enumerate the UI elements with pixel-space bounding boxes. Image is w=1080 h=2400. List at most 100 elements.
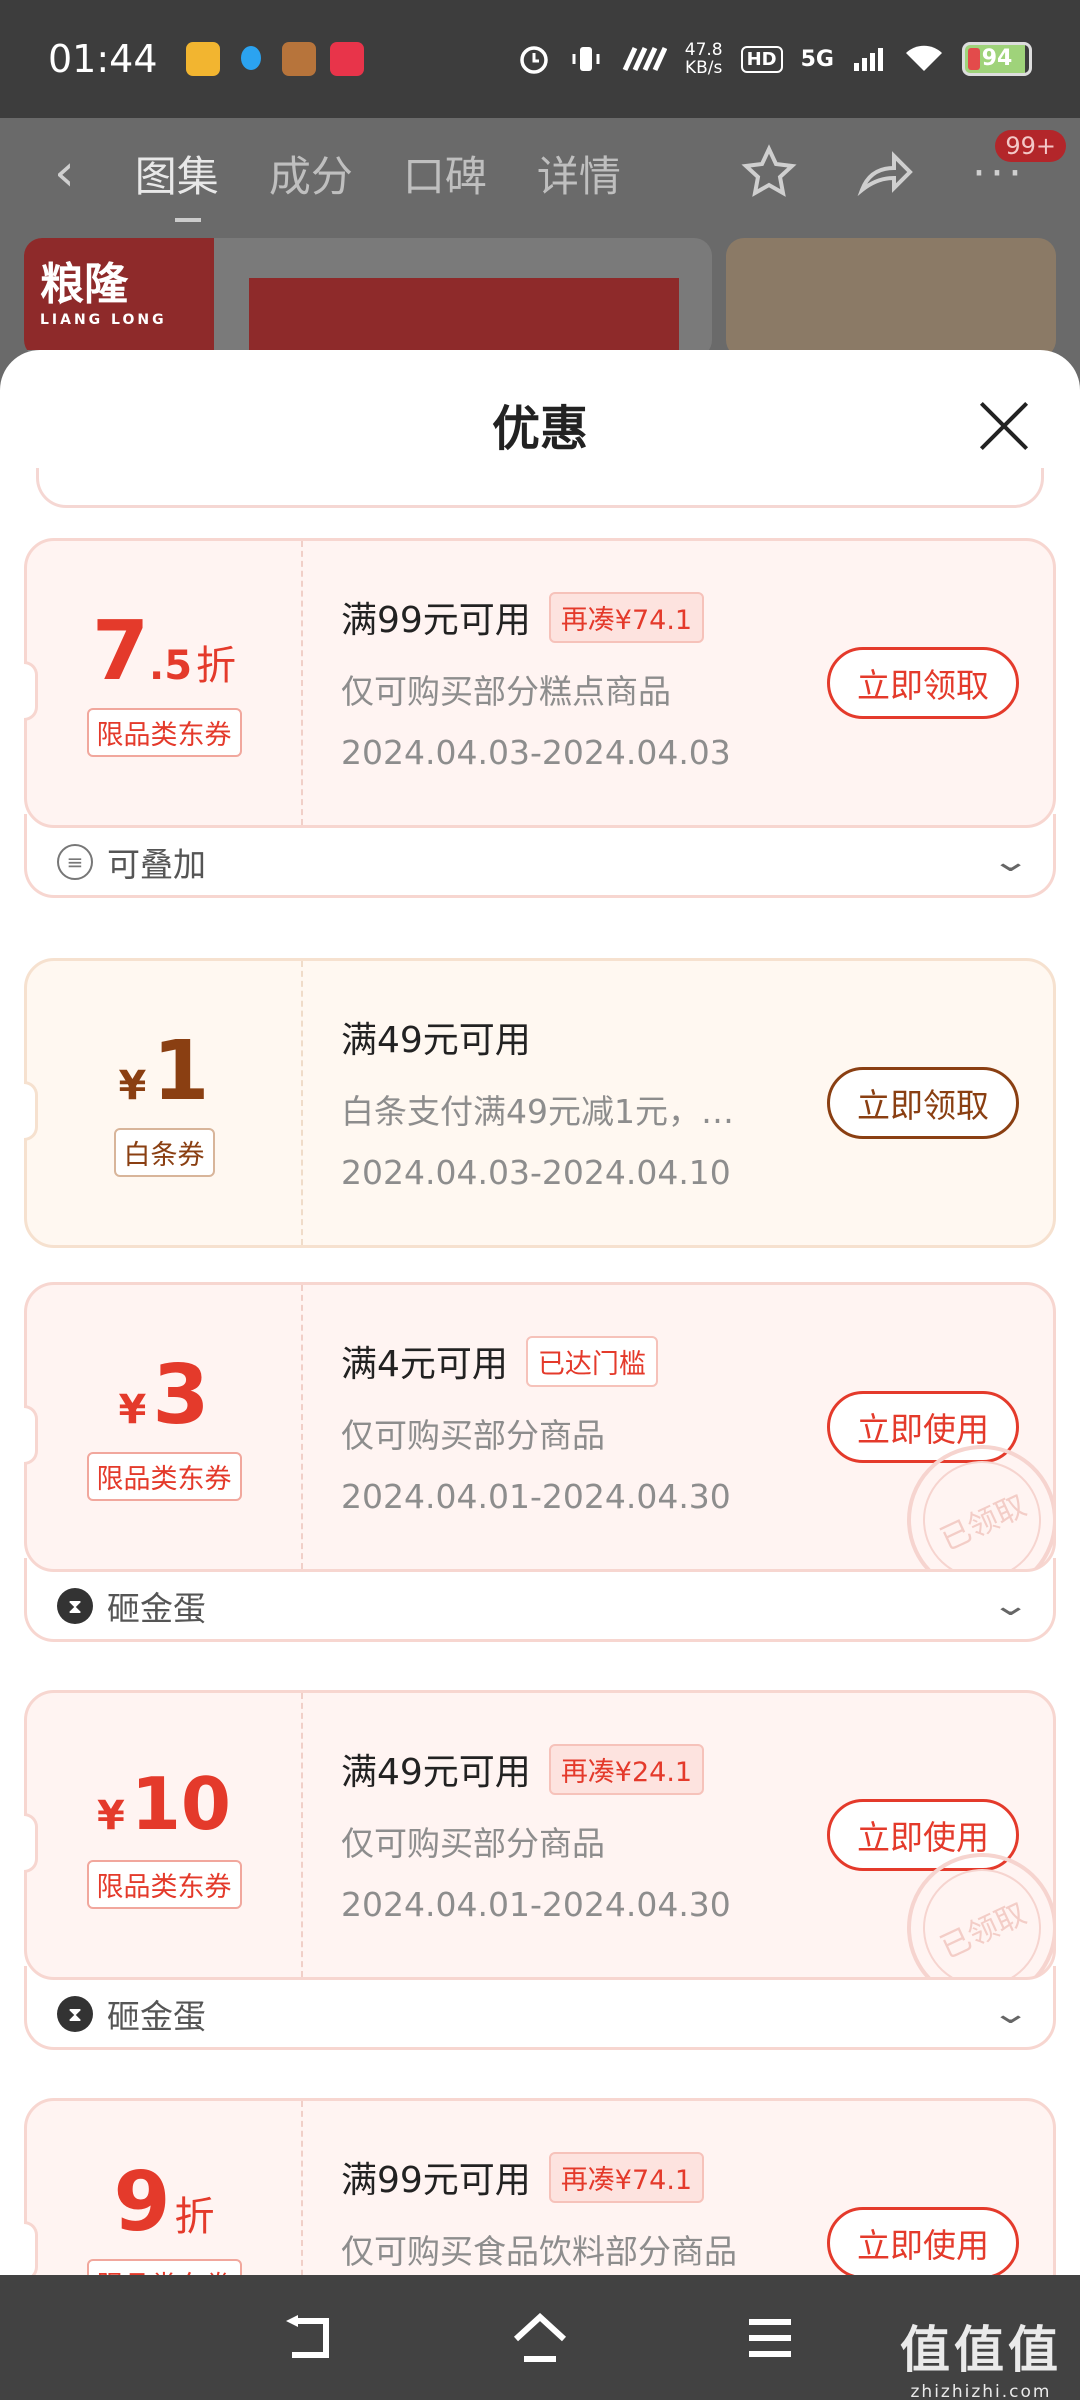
brand-sub: LIANG LONG [40, 312, 167, 328]
net-speed: 47.8 KB/s [685, 41, 723, 77]
coupon-gap-tag: 再凑¥74.1 [548, 591, 705, 643]
hd-badge: HD [740, 45, 783, 73]
coupon-card: 7 .5 折 限品类东券 满99元可用 再凑¥74.1 仅可购买部分糕点商品 2… [24, 538, 1056, 898]
amount-number: 3 [152, 1347, 210, 1443]
product-tabs: 图集 成分 口碑 详情 [135, 143, 621, 222]
chevron-down-icon[interactable]: ⌄ [990, 844, 1030, 879]
banner-product-image: 粮隆 LIANG LONG [24, 238, 712, 358]
share-icon[interactable] [856, 144, 914, 202]
coupon-body: ¥ 10 限品类东券 满49元可用 再凑¥24.1 仅可购买部分商品 2024.… [24, 1690, 1056, 1980]
tab-gallery[interactable]: 图集 [135, 143, 219, 222]
coupon-description: 仅可购买食品饮料部分商品 [341, 2232, 737, 2271]
back-icon[interactable]: ‹ [54, 143, 75, 203]
coupon-notch [24, 2221, 38, 2275]
coupon-gap-tag: 再凑¥24.1 [548, 1743, 705, 1795]
coupon-description: 仅可购买部分糕点商品 [341, 672, 671, 711]
close-icon[interactable] [978, 400, 1030, 452]
coupon-body: ¥ 1 白条券 满49元可用 白条支付满49元减1元，… 2024.04.03-… [24, 958, 1056, 1248]
status-bar: 01:44 47.8 KB/s HD 5G 94 [0, 0, 1080, 118]
coupon-list[interactable]: 7 .5 折 限品类东券 满99元可用 再凑¥74.1 仅可购买部分糕点商品 2… [0, 468, 1080, 2275]
coupon-footer-label: 可叠加 [107, 844, 206, 884]
watermark-logo: 值值值 [900, 2321, 1062, 2379]
vibrate-icon [572, 47, 600, 71]
home-nav-icon[interactable] [510, 2308, 570, 2368]
status-indicators: 47.8 KB/s HD 5G 94 [517, 41, 1032, 77]
threshold-reached-tag: 已达门槛 [525, 1335, 658, 1387]
coupon-info: 满99元可用 再凑¥74.1 仅可购买部分糕点商品 2024.04.03-202… [303, 541, 1053, 825]
coupon-date: 2024.04.03-2024.04.10 [341, 1153, 731, 1192]
qq-icon [234, 42, 268, 76]
coupon-footer-label: 砸金蛋 [107, 1588, 206, 1628]
mini-app-icon [329, 42, 364, 76]
stackable-icon: ≡ [57, 843, 93, 880]
coupon-amount: 9 折 [113, 2161, 214, 2245]
coupon-card: ¥ 3 限品类东券 满4元可用 已达门槛 仅可购买部分商品 2024.04.01… [24, 1282, 1056, 1642]
status-time: 01:44 [48, 37, 158, 81]
menu-nav-icon[interactable] [740, 2308, 800, 2368]
coupon-body: 7 .5 折 限品类东券 满99元可用 再凑¥74.1 仅可购买部分糕点商品 2… [24, 538, 1056, 828]
brand-name: 粮隆 [40, 259, 128, 310]
coupon-value: ¥ 10 限品类东券 [27, 1693, 303, 1977]
sheet-title: 优惠 [491, 401, 588, 457]
brand-logo: 粮隆 LIANG LONG [24, 238, 214, 350]
battery-indicator: 94 [962, 42, 1032, 76]
watermark-url: zhizhizhi.com [910, 2382, 1052, 2400]
banner-side-image [726, 238, 1056, 358]
wifi-icon [906, 45, 942, 71]
coupon-description: 仅可购买部分商品 [341, 1416, 605, 1455]
coupon-condition: 满4元可用 [341, 1344, 508, 1385]
coupon-amount: 7 .5 折 [91, 603, 237, 699]
coupon-description: 白条支付满49元减1元，… [341, 1092, 734, 1131]
coupon-body: 9 折 限品类东券 满99元可用 再凑¥74.1 仅可购买食品饮料部分商品 立即… [24, 2098, 1056, 2275]
chevron-down-icon[interactable]: ⌄ [990, 1996, 1030, 2031]
discount-sheet: 优惠 7 .5 折 限品类东券 满99元可用 再凑¥74.1 仅可购买部分糕点商… [0, 350, 1080, 2275]
amount-number: 1 [152, 1023, 210, 1119]
status-app-icons [185, 42, 364, 76]
amount-decimal: .5 [149, 642, 193, 689]
coupon-type-tag: 限品类东券 [86, 1859, 242, 1909]
amount-unit: 折 [174, 2194, 215, 2240]
claim-button[interactable]: 立即领取 [827, 647, 1019, 719]
coupon-type-tag: 限品类东券 [86, 707, 242, 757]
coupon-notch [24, 661, 38, 721]
favorite-star-icon[interactable] [740, 144, 798, 202]
coupon-condition-row: 满99元可用 再凑¥74.1 [341, 591, 1053, 643]
nav-actions: ··· [740, 144, 1026, 202]
tab-reviews[interactable]: 口碑 [403, 143, 487, 204]
coupon-condition-row: 满99元可用 再凑¥74.1 [341, 2151, 1053, 2203]
coupon-condition-row: 满49元可用 [341, 1011, 1053, 1063]
coupon-condition-row: 满4元可用 已达门槛 [341, 1335, 1053, 1387]
coupon-info: 满49元可用 再凑¥24.1 仅可购买部分商品 2024.04.01-2024.… [303, 1693, 1053, 1977]
coupon-type-tag: 限品类东券 [86, 2259, 242, 2275]
previous-coupon-edge [36, 468, 1044, 508]
amount-number: 7 [91, 603, 150, 699]
coupon-type-tag: 限品类东券 [86, 1451, 242, 1501]
amount-unit: 折 [196, 642, 237, 689]
coupon-condition: 满49元可用 [341, 1752, 531, 1793]
cell-signal-icon [854, 48, 883, 71]
tab-ingredients[interactable]: 成分 [269, 143, 353, 204]
coupon-card: ¥ 1 白条券 满49元可用 白条支付满49元减1元，… 2024.04.03-… [24, 958, 1056, 1248]
claim-button[interactable]: 立即领取 [827, 1067, 1019, 1139]
coupon-info: 满99元可用 再凑¥74.1 仅可购买食品饮料部分商品 立即使用 [303, 2101, 1053, 2275]
golden-egg-icon: ⧗ [57, 1587, 93, 1624]
coupon-condition: 满49元可用 [341, 1020, 531, 1061]
chevron-down-icon[interactable]: ⌄ [990, 1588, 1030, 1623]
net-speed-unit: KB/s [684, 58, 723, 78]
coupon-value: 7 .5 折 限品类东券 [27, 541, 303, 825]
coupon-condition: 满99元可用 [341, 2160, 531, 2201]
tab-details[interactable]: 详情 [537, 143, 621, 204]
amount-number: 10 [130, 1761, 232, 1846]
coupon-value: ¥ 3 限品类东券 [27, 1285, 303, 1569]
signal-speed-icon [622, 46, 667, 72]
coupon-notch [24, 1813, 38, 1873]
coupon-date: 2024.04.03-2024.04.03 [341, 733, 731, 772]
coupon-amount: ¥ 1 [118, 1023, 210, 1119]
coupon-info: 满4元可用 已达门槛 仅可购买部分商品 2024.04.01-2024.04.3… [303, 1285, 1053, 1569]
back-nav-icon[interactable] [280, 2308, 340, 2368]
coupon-description: 仅可购买部分商品 [341, 1824, 605, 1863]
use-button[interactable]: 立即使用 [827, 2207, 1019, 2275]
coupon-value: 9 折 限品类东券 [27, 2101, 303, 2275]
amount-currency: ¥ [118, 1062, 147, 1109]
coupon-card: 9 折 限品类东券 满99元可用 再凑¥74.1 仅可购买食品饮料部分商品 立即… [24, 2098, 1056, 2275]
